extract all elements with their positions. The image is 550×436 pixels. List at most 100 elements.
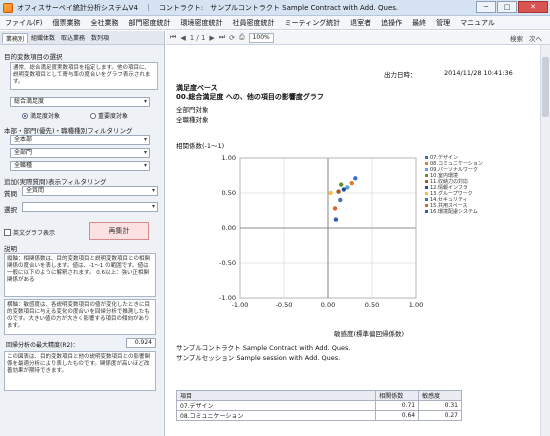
tab-business[interactable]: 業務別 bbox=[2, 32, 29, 43]
settings-panel: 業務別 組織体数 取込業務 数列項 目的変数項目の選択 通常、総合満足度実数項目… bbox=[0, 31, 165, 436]
legend-swatch bbox=[425, 185, 428, 189]
legend-label: 16.環境配慮システム bbox=[430, 208, 478, 215]
cell-item: 08.コミュニケーション bbox=[175, 410, 377, 421]
target-select[interactable]: 総合満足度 bbox=[10, 97, 150, 107]
menu-item[interactable]: 全社業務 bbox=[86, 18, 124, 28]
data-point bbox=[349, 181, 354, 186]
legend-swatch bbox=[425, 161, 428, 165]
menu-bar: ファイル(F) 個票業務 全社業務 部門密度統計 環境密度統計 社員密度統計 ミ… bbox=[0, 16, 550, 30]
table-row: 08.コミュニケーション 0.64 0.27 bbox=[175, 410, 462, 421]
recalculate-button[interactable]: 再集計 bbox=[89, 222, 149, 240]
choice-select[interactable] bbox=[22, 202, 158, 212]
x-tick-label: 1.00 bbox=[409, 301, 423, 309]
data-point bbox=[353, 176, 358, 181]
tab-strip: 業務別 組織体数 取込業務 数列項 bbox=[0, 31, 164, 45]
minimize-button[interactable]: ─ bbox=[476, 1, 496, 13]
scatter-chart: -1.00-1.00 -0.50 -0.50 0.00 0.00 0.50 0.50 1.00… bbox=[219, 154, 423, 309]
section-filter-title: 本部・部門(優先)・職種種別フィルタリング bbox=[4, 127, 133, 135]
radio-importance[interactable]: 重要度対象 bbox=[90, 111, 128, 120]
col-item: 項目 bbox=[175, 390, 377, 401]
footer-session: サンプルセッション Sample session with Add. Ques. bbox=[176, 354, 341, 362]
app-icon bbox=[3, 2, 13, 13]
english-graph-checkbox[interactable]: 英文グラフ表示 bbox=[4, 228, 55, 237]
title-bar: オフィスサーベイ統計分析システムV4 ｜ コントラクト: サンプルコントラクト … bbox=[0, 0, 550, 16]
filter-department[interactable]: 全部門 bbox=[10, 148, 150, 158]
y-tick-label: -1.00 bbox=[219, 294, 236, 302]
y-tick-label: -0.50 bbox=[219, 259, 236, 267]
last-page-icon[interactable]: ⏭ bbox=[219, 33, 225, 42]
output-date-label: 出力日時： bbox=[384, 71, 417, 79]
y-tick-label: 0.00 bbox=[222, 224, 236, 232]
report-toolbar: ⏮ ◀ 1 / 1 ▶ ⏭ ⟳ ⎙ 100% 検索 次へ bbox=[166, 31, 550, 45]
search-area: 検索 次へ bbox=[510, 33, 542, 43]
window-controls: ─ □ ✕ bbox=[476, 1, 548, 13]
x-tick-label: -1.00 bbox=[232, 301, 249, 309]
data-point bbox=[339, 182, 344, 187]
tab-org[interactable]: 組織体数 bbox=[28, 33, 58, 42]
data-point bbox=[341, 187, 347, 192]
data-point bbox=[332, 206, 338, 211]
checkbox-box bbox=[4, 229, 11, 236]
radio-dot-off bbox=[90, 112, 96, 119]
radio-dot-on bbox=[22, 112, 28, 119]
filter-headquarters[interactable]: 全本部 bbox=[10, 135, 150, 145]
first-page-icon[interactable]: ⏮ bbox=[170, 33, 176, 42]
maximize-button[interactable]: □ bbox=[497, 1, 517, 13]
cell-sensitivity: 0.31 bbox=[418, 400, 462, 411]
zoom-select[interactable]: 100% bbox=[248, 32, 274, 43]
table-header-row: 項目 相関係数 敏感度 bbox=[175, 390, 462, 401]
section-description-title: 説明 bbox=[4, 245, 17, 253]
tab-sequence[interactable]: 数列項 bbox=[88, 33, 112, 42]
legend-swatch bbox=[425, 209, 428, 213]
footer-contract: サンプルコントラクト Sample Contract with Add. Que… bbox=[176, 344, 351, 352]
scroll-thumb[interactable] bbox=[542, 57, 549, 117]
menu-item[interactable]: 退室者 bbox=[345, 18, 376, 28]
next-link[interactable]: 次へ bbox=[529, 33, 542, 43]
description-correlation: 縦軸：相関係数は、目的変数項目と説明変数項目との相関関係の度合いを表します。値は… bbox=[4, 253, 156, 297]
x-tick-label: 0.50 bbox=[365, 301, 379, 309]
section-question-title: 追加(実際質問)表示フィルタリング bbox=[4, 178, 107, 186]
info-text: 通常、総合満足度実数項目を指定します。他の項目に、説明変数項目として寄与率の度合… bbox=[10, 62, 158, 90]
menu-item[interactable]: 追操作 bbox=[376, 18, 407, 28]
menu-item[interactable]: 最終 bbox=[407, 18, 431, 28]
menu-item[interactable]: 部門密度統計 bbox=[124, 18, 176, 28]
col-sensitivity: 敏感度 bbox=[418, 390, 462, 401]
menu-file[interactable]: ファイル(F) bbox=[0, 18, 48, 28]
tab-import[interactable]: 取込業務 bbox=[58, 33, 88, 42]
question-select[interactable]: 全質問 bbox=[22, 186, 158, 196]
scope-jobtype: 全職種対象 bbox=[176, 116, 209, 124]
menu-manual[interactable]: マニュアル bbox=[455, 18, 500, 28]
data-point bbox=[333, 217, 339, 222]
radio-satisfaction[interactable]: 満足度対象 bbox=[22, 111, 60, 120]
print-icon[interactable]: ⎙ bbox=[239, 33, 245, 42]
menu-item[interactable]: 個票業務 bbox=[48, 18, 86, 28]
close-button[interactable]: ✕ bbox=[518, 1, 548, 13]
description-sensitivity: 横軸：敏感度は、各説明変数項目の値が変化したときに目的変数項目に与える変化の度合… bbox=[4, 299, 156, 335]
regression-label: 回帰分析の最大精度(R2)： bbox=[6, 342, 79, 349]
data-point bbox=[336, 189, 341, 194]
x-tick-label: 0.00 bbox=[321, 301, 335, 309]
output-date: 2014/11/28 10:41:36 bbox=[444, 69, 513, 77]
prev-page-icon[interactable]: ◀ bbox=[180, 34, 185, 42]
filter-jobtype[interactable]: 全職種 bbox=[10, 161, 150, 171]
report-title: 00.総合満足度 への、他の項目の影響度グラフ bbox=[176, 93, 324, 101]
cell-correlation: 0.64 bbox=[375, 410, 420, 421]
menu-item[interactable]: ミーティング統計 bbox=[280, 18, 346, 28]
legend-swatch bbox=[425, 191, 428, 195]
menu-item[interactable]: 管理 bbox=[431, 18, 455, 28]
next-page-icon[interactable]: ▶ bbox=[209, 34, 214, 42]
legend-swatch bbox=[425, 173, 428, 177]
refresh-icon[interactable]: ⟳ bbox=[229, 34, 235, 42]
data-point bbox=[328, 190, 333, 196]
legend-swatch bbox=[425, 197, 428, 201]
y-axis-title: 相関係数(-1〜1) bbox=[176, 142, 225, 150]
menu-item[interactable]: 環境密度統計 bbox=[176, 18, 228, 28]
legend-swatch bbox=[425, 203, 428, 207]
legend-swatch bbox=[425, 155, 428, 159]
menu-item[interactable]: 社員密度統計 bbox=[228, 18, 280, 28]
choice-label: 選択 bbox=[4, 206, 17, 214]
question-label: 質問 bbox=[4, 190, 17, 198]
legend-swatch bbox=[425, 179, 428, 183]
cell-item: 07.デザイン bbox=[175, 400, 377, 411]
search-link[interactable]: 検索 bbox=[510, 33, 523, 43]
